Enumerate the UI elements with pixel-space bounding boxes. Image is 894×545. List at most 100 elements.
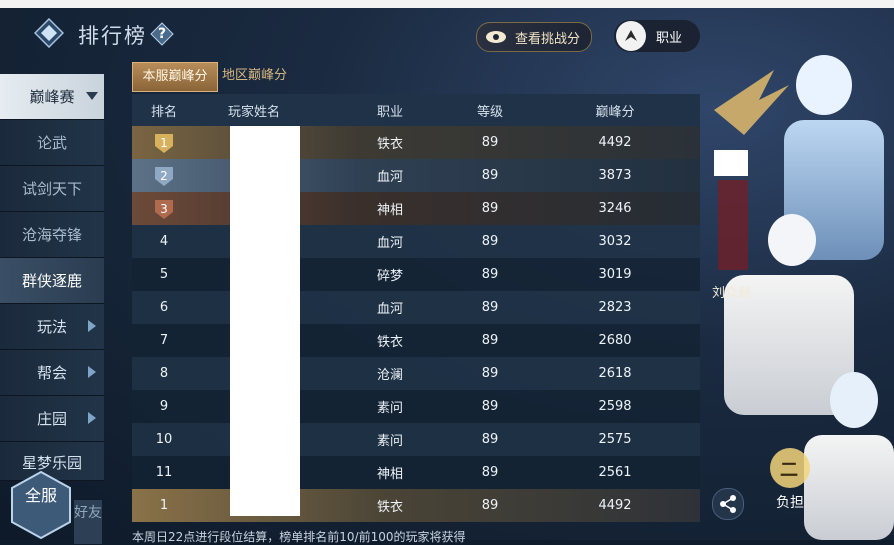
job-cell: 素问 [376,401,403,416]
player-name-redaction [230,126,300,516]
tab-label: 地区巅峰分 [222,68,288,83]
chevron-down-icon [86,92,98,100]
job-cell: 碎梦 [376,269,403,284]
sidebar-item-lunwu[interactable]: 论武 [0,120,104,166]
sidebar-item-peak-match[interactable]: 巅峰赛 [0,74,104,120]
rank-cell: 8 [159,366,169,381]
tab-region-peak[interactable]: 地区巅峰分 [222,62,306,90]
chevron-right-icon [88,412,96,424]
rank-cell: 1 [159,498,169,513]
level-cell: 89 [481,267,499,282]
level-cell: 89 [481,465,499,480]
table-row[interactable]: 3 神相 89 3246 [132,192,700,225]
sidebar-item-guild[interactable]: 帮会 [0,350,104,396]
friends-tab[interactable]: 好友 [74,500,102,544]
rank-cell: 10 [155,432,173,447]
friends-label: 好友 [74,505,102,521]
job-cell: 血河 [376,302,403,317]
peak-score-cell: 2561 [598,465,632,480]
level-cell: 89 [481,201,499,216]
rank-cell: 7 [159,333,169,348]
table-row[interactable]: 1 铁衣 89 4492 [132,126,700,159]
table-row[interactable]: 9 素问 89 2598 [132,390,700,423]
job-filter-button[interactable]: 职业 [614,20,700,52]
rank-cell: 4 [159,234,169,249]
sidebar: 巅峰赛 论武 试剑天下 沧海夺锋 群侠逐鹿 玩法 帮会 庄园 星梦乐园 [0,74,104,481]
rank-number: 1 [160,136,168,150]
rank-cell: 3 [132,198,196,220]
header-level: 等级 [476,104,503,120]
level-cell: 89 [481,168,499,183]
job-cell: 铁衣 [376,137,403,152]
table-row[interactable]: 4 血河 89 3032 [132,225,700,258]
eye-icon [486,31,506,43]
peak-score-cell: 3019 [598,267,632,282]
peak-score-cell: 4492 [598,498,632,513]
table-row[interactable]: 11 神相 89 2561 [132,456,700,489]
table-header: 排名 玩家姓名 职业 等级 巅峰分 [132,94,700,126]
season-settlement-note: 本周日22点进行段位结算，榜单排名前10/前100的玩家将获得 [132,530,466,544]
level-cell: 89 [481,333,499,348]
peak-score-cell: 3246 [598,201,632,216]
table-row[interactable]: 10 素问 89 2575 [132,423,700,456]
level-cell: 89 [481,135,499,150]
share-icon [720,495,736,513]
level-cell: 89 [481,366,499,381]
table-row[interactable]: 5 碎梦 89 3019 [132,258,700,291]
sidebar-item-label: 帮会 [36,364,67,382]
rank-cell: 2 [132,165,196,187]
table-row[interactable]: 7 铁衣 89 2680 [132,324,700,357]
level-cell: 89 [481,300,499,315]
all-server-button[interactable]: 全服 [10,470,72,540]
peak-score-cell: 3873 [598,168,632,183]
level-cell: 89 [481,399,499,414]
header-player-name: 玩家姓名 [228,104,281,120]
sidebar-item-manor[interactable]: 庄园 [0,396,104,442]
table-row[interactable]: 2 血河 89 3873 [132,159,700,192]
sidebar-item-label: 群侠逐鹿 [21,272,82,290]
rank-cell: 9 [159,399,169,414]
view-challenge-score-button[interactable]: 查看挑战分 [476,22,592,52]
ranking-logo-icon [34,18,64,48]
peak-score-cell: 2618 [598,366,632,381]
chevron-right-icon [88,366,96,378]
sidebar-item-label: 论武 [36,134,67,152]
sidebar-item-gameplay[interactable]: 玩法 [0,304,104,350]
my-rank-row[interactable]: 1 铁衣 89 4492 [132,489,700,522]
sidebar-item-label: 巅峰赛 [29,88,75,106]
rank-cell: 11 [155,465,173,480]
sidebar-item-qunxia[interactable]: 群侠逐鹿 [0,258,104,304]
job-cell: 神相 [376,203,403,218]
view-challenge-score-label: 查看挑战分 [515,31,581,47]
job-cell: 素问 [376,434,403,449]
header-rank: 排名 [150,104,177,120]
job-cell: 沧澜 [376,368,403,383]
sidebar-item-canghai[interactable]: 沧海夺锋 [0,212,104,258]
level-cell: 89 [481,432,499,447]
help-button[interactable]: ? [150,22,174,46]
rank-number: 2 [160,169,168,183]
table-row[interactable]: 8 沧澜 89 2618 [132,357,700,390]
rank-medal-icon: 3 [155,199,173,219]
sidebar-item-label: 玩法 [36,318,67,336]
peak-score-cell: 2680 [598,333,632,348]
rank-cell: 5 [159,267,169,282]
rank-cell: 1 [132,132,196,154]
level-cell: 89 [481,234,499,249]
table-row[interactable]: 6 血河 89 2823 [132,291,700,324]
sidebar-item-shijian[interactable]: 试剑天下 [0,166,104,212]
job-cell: 血河 [376,170,403,185]
all-server-label: 全服 [24,486,57,505]
job-filter-label: 职业 [656,30,683,46]
job-class-icon [616,21,646,51]
rank-medal-icon: 1 [155,133,173,153]
tab-label: 本服巅峰分 [142,69,208,84]
header-job: 职业 [376,104,403,120]
rank-medal-icon: 2 [155,166,173,186]
sidebar-item-label: 沧海夺锋 [21,226,82,244]
tab-server-peak[interactable]: 本服巅峰分 [132,62,218,92]
job-cell: 铁衣 [376,335,403,350]
sidebar-item-label: 试剑天下 [21,180,82,198]
chevron-right-icon [88,320,96,332]
share-button[interactable] [712,488,744,520]
